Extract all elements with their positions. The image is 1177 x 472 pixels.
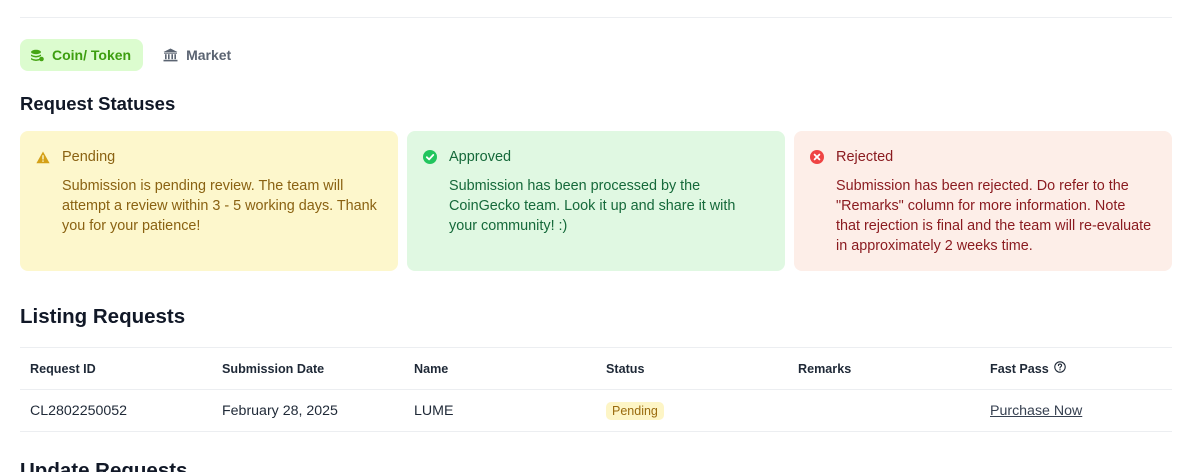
column-remarks: Remarks xyxy=(798,361,852,376)
status-cards: Pending Submission is pending review. Th… xyxy=(20,131,1172,271)
request-statuses-heading: Request Statuses xyxy=(20,93,176,114)
name-cell: LUME xyxy=(414,402,454,419)
status-badge: Pending xyxy=(606,401,664,420)
approved-card: Approved Submission has been processed b… xyxy=(407,131,785,271)
column-fast-pass-label: Fast Pass xyxy=(990,361,1049,376)
approved-title: Approved xyxy=(449,149,512,165)
pending-card: Pending Submission is pending review. Th… xyxy=(20,131,398,271)
rejected-card: Rejected Submission has been rejected. D… xyxy=(794,131,1172,271)
column-name: Name xyxy=(414,361,449,376)
table-header-row: Request ID Submission Date Name Status R… xyxy=(20,347,1172,389)
tab-bar: Coin/ Token Market xyxy=(20,39,243,71)
column-submission-date: Submission Date xyxy=(222,361,325,376)
column-fast-pass: Fast Pass xyxy=(980,361,1172,376)
update-requests-heading: Update Requests xyxy=(20,459,188,472)
warning-icon xyxy=(36,151,50,164)
listing-requests-heading: Listing Requests xyxy=(20,305,186,328)
purchase-now-link[interactable]: Purchase Now xyxy=(990,403,1082,419)
rejected-description: Submission has been rejected. Do refer t… xyxy=(836,178,1152,254)
top-divider xyxy=(20,17,1172,18)
pending-description: Submission is pending review. The team w… xyxy=(62,178,377,234)
bank-icon xyxy=(163,48,178,62)
listing-requests-table: Request ID Submission Date Name Status R… xyxy=(20,347,1172,432)
fast-pass-cell: Purchase Now xyxy=(980,403,1172,419)
column-status: Status xyxy=(606,361,645,376)
tab-market-label: Market xyxy=(186,47,232,63)
coins-icon xyxy=(30,48,44,63)
tab-coin-token-label: Coin/ Token xyxy=(52,47,132,63)
rejected-title: Rejected xyxy=(836,149,894,165)
help-icon[interactable] xyxy=(1054,361,1066,376)
check-circle-icon xyxy=(423,150,437,164)
request-id-cell: CL2802250052 xyxy=(30,402,128,419)
pending-title: Pending xyxy=(62,149,116,165)
x-circle-icon xyxy=(810,150,824,164)
tab-coin-token[interactable]: Coin/ Token xyxy=(20,39,144,71)
approved-description: Submission has been processed by the Coi… xyxy=(449,178,736,234)
status-cell: Pending xyxy=(596,401,788,420)
column-request-id: Request ID xyxy=(30,361,96,376)
submission-date-cell: February 28, 2025 xyxy=(222,402,338,419)
table-row: CL2802250052 February 28, 2025 LUME Pend… xyxy=(20,389,1172,432)
tab-market[interactable]: Market xyxy=(153,39,243,71)
